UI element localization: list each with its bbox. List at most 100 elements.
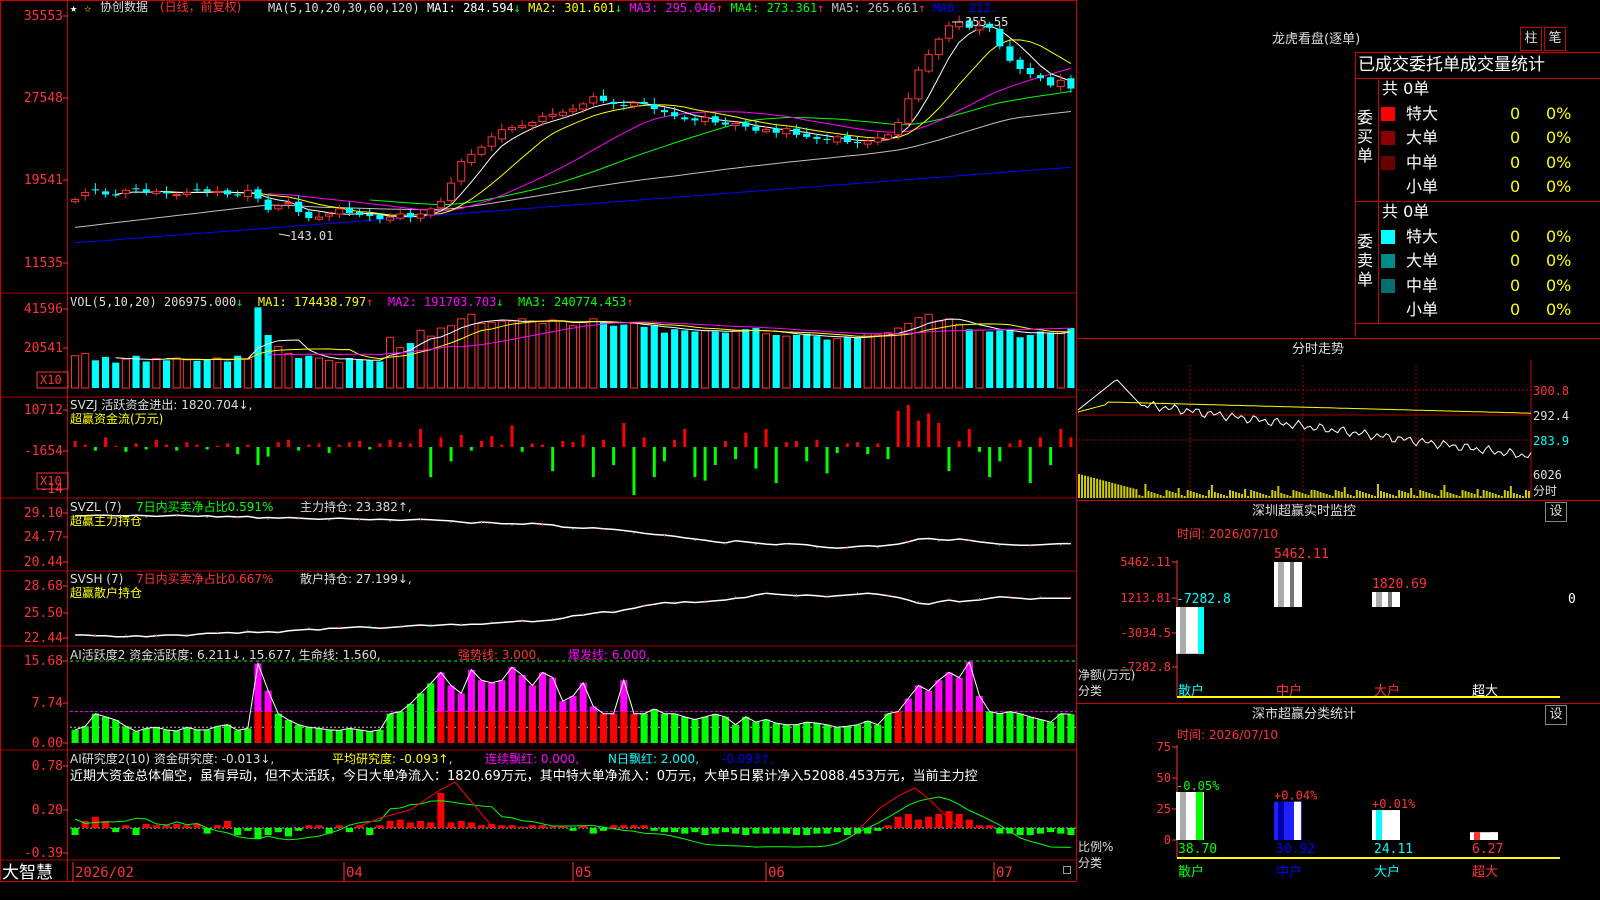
- sz-settings-button[interactable]: 设: [1545, 502, 1567, 522]
- fund-flow-bar: [1049, 447, 1053, 465]
- activity-bar-base: [417, 711, 425, 743]
- volume-bar: [996, 330, 1004, 388]
- candle: [426, 208, 435, 216]
- candle: [731, 122, 740, 127]
- fund-flow-bar: [175, 447, 179, 451]
- fund-flow-bar: [673, 439, 677, 447]
- fund-flow-bar: [144, 447, 148, 450]
- svsh-axis-tick: 22.44: [24, 631, 63, 646]
- volume-bar: [986, 331, 994, 388]
- fs-volume-bar: [1105, 481, 1108, 498]
- research-bar: [417, 821, 425, 828]
- volume-bar: [955, 324, 964, 389]
- fs-volume-bar: [1334, 490, 1337, 498]
- candle: [193, 189, 201, 191]
- activity-bar-top: [447, 685, 455, 712]
- volume-bar: [924, 313, 933, 389]
- fs-volume-bar: [1304, 494, 1307, 498]
- stock-mode[interactable]: (日线，前复权): [160, 0, 241, 14]
- activity-bar-top: [518, 675, 526, 712]
- candle: [538, 115, 547, 122]
- fund-flow-bar: [520, 447, 524, 452]
- sz-bar-shade: [1388, 592, 1392, 607]
- candle: [1067, 78, 1075, 89]
- star-icon[interactable]: ★: [70, 1, 77, 15]
- fund-flow-bar: [713, 447, 717, 465]
- sz-bar-shade: [1180, 607, 1186, 654]
- activity-bar-top: [620, 680, 628, 712]
- fund-flow-bar: [652, 447, 656, 477]
- tick-mode-button[interactable]: 笔: [1544, 27, 1566, 51]
- bar-mode-button[interactable]: 柱: [1520, 27, 1542, 51]
- fund-flow-bar: [835, 447, 839, 453]
- main-force-line: [75, 514, 1071, 549]
- ai2-red-streak: 连续飘红: 0.000,: [485, 752, 580, 766]
- fund-flow-bar: [368, 447, 372, 450]
- research-bar: [975, 825, 984, 828]
- x-axis-label: 04: [346, 865, 363, 881]
- activity-bar-top: [904, 698, 912, 712]
- research-bar: [386, 821, 394, 828]
- vol-header: VOL(5,10,20) 206975.000 ↓, MA1: 174438.79…: [70, 295, 641, 309]
- lock-icon[interactable]: [1063, 866, 1071, 874]
- candle: [640, 101, 648, 104]
- candle: [762, 129, 771, 133]
- vol-axis-tick: 20541: [24, 341, 63, 356]
- fs-volume-bar: [1310, 490, 1313, 498]
- fund-flow-bar: [927, 413, 931, 447]
- ma-value: 212.: [961, 1, 998, 15]
- stat-settings-button[interactable]: 设: [1545, 705, 1567, 725]
- candle: [243, 189, 252, 198]
- fs-volume-bar: [1467, 492, 1470, 498]
- lhb-tabs[interactable]: 已成交委托单成交量统计: [1358, 55, 1545, 75]
- fs-volume-bar: [1518, 495, 1521, 498]
- fund-flow-bar: [215, 445, 219, 447]
- activity-bar-top: [437, 672, 445, 712]
- vol-spacer: ,: [503, 295, 518, 309]
- fund-flow-bar: [937, 423, 941, 447]
- stat-cat-label: 分类: [1078, 856, 1103, 870]
- volume-bar: [548, 319, 557, 389]
- fs-volume-bar: [1416, 496, 1419, 498]
- research-bar: [630, 825, 638, 828]
- fs-volume-bar: [1141, 496, 1144, 498]
- research-bar: [508, 825, 516, 828]
- fund-flow-bar: [266, 447, 270, 457]
- research-bar: [345, 828, 354, 833]
- stat-top-border: [1077, 703, 1600, 704]
- volume-bar: [681, 330, 689, 388]
- fund-flow-bar: [896, 411, 900, 447]
- ai2-n-red: N日飘红: 2.000,: [608, 752, 700, 766]
- activity-bar: [1057, 713, 1065, 743]
- fund-flow-bar: [154, 439, 158, 447]
- stat-category-label: 超大: [1472, 865, 1498, 880]
- activity-bar: [122, 726, 130, 743]
- research-bar: [1036, 828, 1044, 834]
- sz-category-label: 中户: [1276, 683, 1302, 699]
- activity-bar: [986, 711, 994, 743]
- fund-flow-bar: [307, 444, 311, 447]
- research-bar: [437, 793, 445, 828]
- sell-side-label: 委卖单: [1357, 232, 1374, 289]
- high-price-label: 355.55: [965, 15, 1008, 29]
- app-name[interactable]: 大智慧: [2, 864, 53, 882]
- volume-bar: [1067, 328, 1075, 388]
- activity-bar-base: [457, 711, 465, 743]
- sz-category-label: 散户: [1178, 683, 1204, 699]
- vol-indicator-value: 174438.797: [293, 295, 367, 309]
- order-pct: 0%: [1546, 104, 1572, 123]
- star-outline-icon[interactable]: ☆: [84, 1, 91, 15]
- research-bar: [945, 811, 953, 828]
- activity-bar: [671, 713, 679, 743]
- candle: [944, 25, 954, 39]
- activity-bar: [732, 724, 740, 743]
- research-bar: [701, 828, 709, 835]
- fs-volume-bar: [1114, 483, 1117, 498]
- activity-bar-base: [549, 711, 557, 743]
- volume-bar: [894, 327, 903, 389]
- candle: [314, 216, 324, 220]
- fs-volume-bar: [1244, 489, 1247, 498]
- vol-indicator-name: MA1:: [257, 295, 294, 309]
- volume-bar: [102, 356, 110, 388]
- low-marker: [278, 233, 291, 237]
